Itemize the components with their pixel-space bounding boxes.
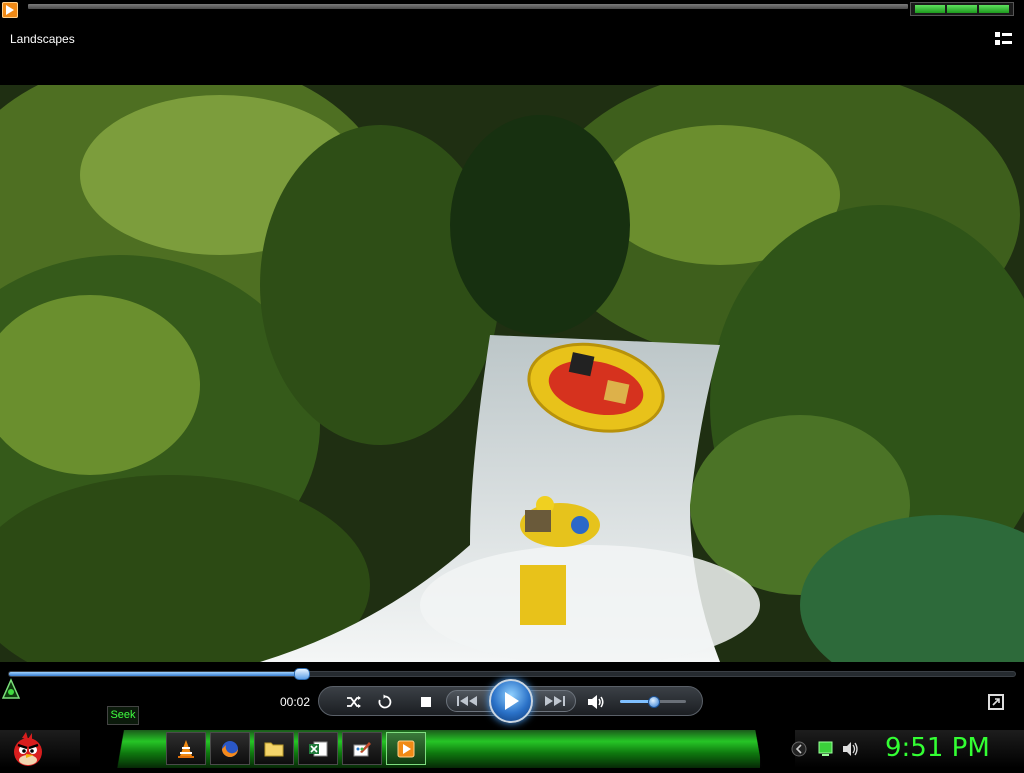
seek-bar-progress xyxy=(9,672,301,676)
taskbar-left-cap xyxy=(80,730,170,768)
taskbar-clock[interactable]: 9:51 PM xyxy=(885,733,990,763)
media-player-app-icon[interactable] xyxy=(2,2,18,18)
window-title-bar xyxy=(0,0,1024,20)
previous-button[interactable] xyxy=(452,692,482,710)
taskbar-item-vlc[interactable] xyxy=(166,732,206,765)
visualizer-triangle-icon xyxy=(1,678,21,700)
firefox-icon xyxy=(222,740,238,757)
seek-tooltip: Seek xyxy=(107,706,139,725)
video-title: Landscapes xyxy=(10,32,75,46)
previous-icon xyxy=(457,696,477,706)
taskbar-item-file-explorer[interactable] xyxy=(254,732,294,765)
maximize-button[interactable] xyxy=(947,5,977,13)
system-tray xyxy=(785,730,875,768)
excel-icon xyxy=(309,741,328,756)
next-icon xyxy=(545,696,565,706)
title-bar-strip xyxy=(28,4,908,9)
taskbar-item-firefox[interactable] xyxy=(210,732,250,765)
switch-to-compact-button[interactable] xyxy=(988,694,1004,710)
volume-tray-icon[interactable] xyxy=(843,742,858,756)
taskbar-item-excel[interactable] xyxy=(298,732,338,765)
angry-bird-start-icon xyxy=(14,732,42,766)
repeat-button[interactable] xyxy=(375,692,395,712)
window-controls[interactable] xyxy=(910,2,1014,16)
next-button[interactable] xyxy=(540,692,570,710)
elapsed-time: 00:02 xyxy=(280,695,311,709)
network-icon[interactable] xyxy=(818,741,833,756)
repeat-icon xyxy=(378,694,392,709)
play-button[interactable] xyxy=(489,679,533,723)
shuffle-button[interactable] xyxy=(344,692,364,712)
switch-to-library-icon[interactable] xyxy=(994,30,1014,48)
seek-bar-thumb[interactable] xyxy=(293,668,310,680)
video-frame[interactable] xyxy=(0,85,1024,662)
stop-button[interactable] xyxy=(416,692,436,712)
close-button[interactable] xyxy=(979,5,1009,13)
paint-icon xyxy=(353,741,371,756)
folder-icon xyxy=(264,742,284,756)
stop-icon xyxy=(421,697,431,707)
start-button[interactable] xyxy=(6,730,50,768)
taskbar-item-paint[interactable] xyxy=(342,732,382,765)
show-hidden-icons-icon[interactable] xyxy=(791,741,807,757)
play-icon xyxy=(505,692,519,710)
minimize-button[interactable] xyxy=(915,5,945,13)
volume-slider-thumb[interactable] xyxy=(648,696,660,708)
compact-mode-icon xyxy=(992,698,1000,706)
taskbar-item-media-player[interactable] xyxy=(386,732,426,765)
shuffle-icon xyxy=(347,696,361,708)
speaker-icon xyxy=(588,695,604,709)
vlc-cone-icon xyxy=(178,739,194,758)
media-player-icon xyxy=(397,740,415,757)
mute-button[interactable] xyxy=(586,692,606,712)
